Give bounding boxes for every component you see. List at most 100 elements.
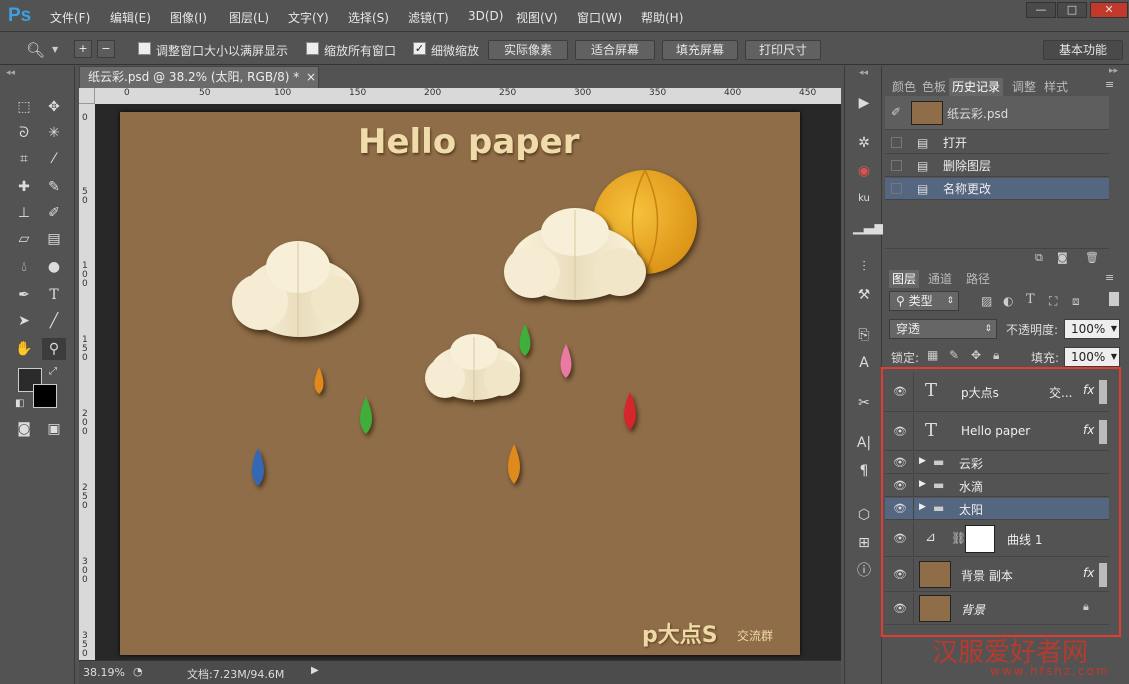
measurement-icon[interactable]: ⊞: [853, 532, 875, 554]
menu-image[interactable]: 图像(I): [170, 9, 207, 26]
color-wheel-icon[interactable]: ◉: [853, 160, 875, 182]
lock-transparent-icon[interactable]: ▦: [927, 348, 938, 362]
eye-icon[interactable]: 👁︎: [893, 385, 907, 398]
camera-snapshot-icon[interactable]: ◙: [1057, 251, 1068, 264]
minimize-button[interactable]: —: [1026, 2, 1056, 18]
history-item[interactable]: ▤ 打开: [885, 132, 1109, 154]
maximize-button[interactable]: □: [1057, 2, 1087, 18]
history-item-selected[interactable]: ▤ 名称更改: [885, 178, 1109, 200]
eye-icon[interactable]: 👁︎: [893, 456, 907, 469]
lock-brush-icon[interactable]: ✎: [949, 348, 959, 362]
document-tab[interactable]: 纸云彩.psd @ 38.2% (太阳, RGB/8) * ×: [79, 66, 319, 88]
zoom-level[interactable]: 38.19%: [83, 666, 125, 679]
history-brush-icon[interactable]: ✐: [42, 202, 66, 224]
status-arrow-icon[interactable]: ▶: [311, 665, 319, 676]
disclosure-triangle-icon[interactable]: ▶: [919, 479, 926, 489]
tab-swatches[interactable]: 色板: [919, 78, 949, 96]
layer-row[interactable]: 👁︎ 背景 🔒︎: [885, 593, 1109, 625]
filter-toggle[interactable]: [1109, 292, 1119, 306]
collapse-arrows-icon[interactable]: ◂◂: [859, 68, 868, 78]
background-color-swatch[interactable]: [33, 384, 57, 408]
filter-smart-object-icon[interactable]: ⧈: [1072, 294, 1080, 309]
move-tool-icon[interactable]: ✥: [42, 96, 66, 118]
character-icon[interactable]: A|: [853, 432, 875, 454]
fx-badge[interactable]: fx: [1083, 383, 1094, 397]
healing-brush-icon[interactable]: ✚: [12, 176, 36, 198]
layer-row[interactable]: 👁︎ T Hello paper fx: [885, 413, 1109, 451]
eye-icon[interactable]: 👁︎: [893, 568, 907, 581]
lock-all-icon[interactable]: 🔒︎: [993, 348, 999, 363]
screen-mode-icon[interactable]: ▣: [42, 418, 66, 440]
layer-group-row-selected[interactable]: 👁︎ ▶ ▬ 太阳: [885, 498, 1109, 520]
quick-mask-icon[interactable]: ◙: [12, 418, 36, 440]
eye-icon[interactable]: 👁︎: [893, 479, 907, 492]
zoom-all-checkbox[interactable]: [306, 42, 319, 55]
brush-tool-icon[interactable]: ✎: [42, 176, 66, 198]
filter-adjustment-icon[interactable]: ◐: [1003, 294, 1013, 308]
zoom-in-icon[interactable]: +: [74, 40, 92, 58]
ruler-origin[interactable]: [79, 88, 95, 104]
opacity-input[interactable]: 100% ▼: [1064, 319, 1120, 339]
filter-shape-icon[interactable]: ⛶: [1049, 294, 1057, 309]
marquee-tool-icon[interactable]: ⬚: [12, 96, 36, 118]
lasso-tool-icon[interactable]: ᘐ: [12, 122, 36, 144]
history-checkbox[interactable]: [891, 160, 902, 171]
histogram-icon[interactable]: ▁▃▅: [853, 216, 885, 238]
filter-type-icon[interactable]: T: [1026, 292, 1035, 307]
link-icon[interactable]: ⛓: [951, 531, 966, 545]
fit-screen-button[interactable]: 适合屏幕: [575, 40, 655, 60]
navigator-icon[interactable]: ✲: [853, 132, 875, 154]
lock-move-icon[interactable]: ✥: [971, 348, 981, 362]
path-select-icon[interactable]: ➤: [12, 310, 36, 332]
blur-tool-icon[interactable]: 💧︎: [12, 256, 36, 278]
filter-pixel-icon[interactable]: ▨: [981, 294, 992, 308]
swap-colors-icon[interactable]: ⤢: [49, 366, 57, 377]
actual-pixels-button[interactable]: 实际像素: [488, 40, 568, 60]
menu-window[interactable]: 窗口(W): [577, 9, 622, 26]
tab-adjustments[interactable]: 调整: [1009, 78, 1039, 96]
default-colors-icon[interactable]: ◧: [15, 398, 24, 409]
status-menu-icon[interactable]: ◔: [133, 665, 143, 678]
resize-windows-checkbox[interactable]: [138, 42, 151, 55]
tab-color[interactable]: 颜色: [889, 78, 919, 96]
tab-history[interactable]: 历史记录: [949, 78, 1004, 96]
expand-effects-icon[interactable]: [1099, 420, 1107, 444]
tab-layers[interactable]: 图层: [889, 270, 920, 288]
layer-row[interactable]: 👁︎ ⊿ ⛓ 曲线 1: [885, 521, 1109, 557]
eye-icon[interactable]: 👁︎: [893, 502, 907, 515]
history-checkbox[interactable]: [891, 137, 902, 148]
tool-preset-chevron-icon[interactable]: ▼: [52, 45, 58, 54]
tools-x-icon[interactable]: ✂: [853, 392, 875, 414]
fx-badge[interactable]: fx: [1083, 566, 1094, 580]
close-tab-icon[interactable]: ×: [306, 67, 316, 87]
clone-source-icon[interactable]: ⎘: [853, 324, 875, 346]
print-size-button[interactable]: 打印尺寸: [745, 40, 821, 60]
collapse-arrows-icon[interactable]: ◂◂: [6, 68, 15, 78]
fill-input[interactable]: 100% ▼: [1064, 347, 1120, 367]
trash-icon[interactable]: 🗑︎: [1085, 251, 1099, 264]
type-tool-icon[interactable]: T: [42, 284, 66, 306]
panel-menu-icon[interactable]: ≡: [1105, 78, 1114, 91]
paragraph-icon[interactable]: ¶: [853, 460, 875, 482]
menu-3d[interactable]: 3D(D): [468, 9, 503, 23]
pen-tool-icon[interactable]: ✒: [12, 284, 36, 306]
clone-stamp-icon[interactable]: ⊥: [12, 202, 36, 224]
fx-badge[interactable]: fx: [1083, 423, 1094, 437]
layer-row[interactable]: 👁︎ 背景 副本 fx: [885, 558, 1109, 592]
blend-mode-dropdown[interactable]: 穿透 ⇕: [889, 319, 997, 339]
history-snapshot[interactable]: ✐ 纸云彩.psd: [885, 96, 1109, 130]
tab-styles[interactable]: 样式: [1041, 78, 1071, 96]
layer-group-row[interactable]: 👁︎ ▶ ▬ 云彩: [885, 452, 1109, 474]
menu-layer[interactable]: 图层(L): [229, 9, 269, 26]
menu-edit[interactable]: 编辑(E): [110, 9, 151, 26]
new-document-from-state-icon[interactable]: ⧉: [1035, 251, 1043, 265]
eye-icon[interactable]: 👁︎: [893, 602, 907, 615]
zoom-tool-icon[interactable]: ⚲: [42, 338, 66, 360]
layer-filter-dropdown[interactable]: ⚲ 类型 ⇕: [889, 291, 959, 311]
expand-arrows-icon[interactable]: ▸▸: [1109, 66, 1118, 76]
fill-screen-button[interactable]: 填充屏幕: [662, 40, 738, 60]
menu-file[interactable]: 文件(F): [50, 9, 90, 26]
tab-channels[interactable]: 通道: [925, 270, 955, 288]
character-styles-icon[interactable]: A: [853, 352, 875, 374]
artboard[interactable]: Hello paper p大点S 交流群: [120, 112, 800, 655]
